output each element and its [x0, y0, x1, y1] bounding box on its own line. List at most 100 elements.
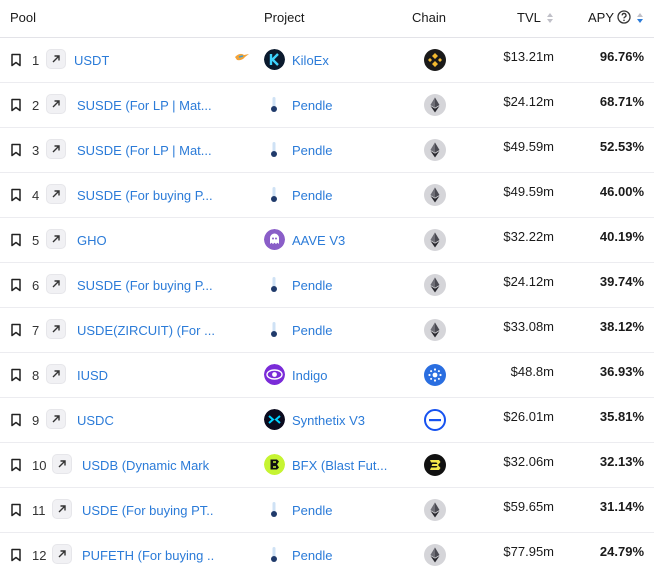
- apy-value: 35.81%: [599, 409, 644, 424]
- bsc-chain-icon: [424, 49, 446, 71]
- bookmark-icon[interactable]: [10, 278, 22, 292]
- pendle-logo-icon: [264, 319, 285, 340]
- sort-desc-icon[interactable]: [636, 12, 644, 24]
- project-link[interactable]: Pendle: [292, 98, 332, 113]
- tvl-value: $26.01m: [503, 409, 554, 424]
- table-row[interactable]: 2 SUSDE (For LP | Mat... Pendle $24.12m 68.7…: [0, 83, 654, 128]
- project-link[interactable]: Pendle: [292, 143, 332, 158]
- external-link-button[interactable]: [52, 454, 72, 474]
- table-row[interactable]: 4 SUSDE (For buying P... Pendle $49.59m 46.0…: [0, 173, 654, 218]
- rank-number: 2: [32, 98, 40, 113]
- base-chain-icon: [424, 409, 446, 431]
- external-link-button[interactable]: [52, 544, 72, 564]
- external-link-button[interactable]: [46, 319, 66, 339]
- table-row[interactable]: 10 USDB (Dynamic Mark BFX (Blast Fut... $32…: [0, 443, 654, 488]
- bookmark-icon[interactable]: [10, 458, 22, 472]
- bookmark-icon[interactable]: [10, 143, 22, 157]
- tvl-value: $59.65m: [503, 499, 554, 514]
- table-row[interactable]: 1 USDT KiloEx $13.21m 96.76%: [0, 38, 654, 83]
- external-link-button[interactable]: [46, 409, 66, 429]
- arrow-up-right-icon: [52, 55, 60, 63]
- pool-link[interactable]: SUSDE (For buying P...: [77, 278, 213, 293]
- pendle-logo-icon: [264, 94, 285, 115]
- tvl-value: $24.12m: [503, 94, 554, 109]
- rank-number: 3: [32, 143, 40, 158]
- pool-link[interactable]: USDE(ZIRCUIT) (For ...: [77, 323, 214, 338]
- apy-value: 52.53%: [599, 139, 644, 154]
- project-link[interactable]: Pendle: [292, 278, 332, 293]
- bookmark-icon[interactable]: [10, 368, 22, 382]
- project-link[interactable]: BFX (Blast Fut...: [292, 458, 387, 473]
- apy-value: 40.19%: [599, 229, 644, 244]
- synthetix-logo-icon: [264, 409, 285, 430]
- sort-icon[interactable]: [546, 12, 554, 24]
- ethereum-chain-icon: [424, 139, 446, 161]
- external-link-button[interactable]: [46, 364, 66, 384]
- pool-link[interactable]: USDT: [74, 53, 109, 68]
- column-header-project[interactable]: Project: [264, 10, 304, 25]
- column-header-chain[interactable]: Chain: [412, 10, 446, 25]
- project-link[interactable]: Pendle: [292, 188, 332, 203]
- bookmark-icon[interactable]: [10, 503, 22, 517]
- bookmark-icon[interactable]: [10, 323, 22, 337]
- bookmark-icon[interactable]: [10, 233, 22, 247]
- table-row[interactable]: 8 IUSD Indigo $48.8m 36.93%: [0, 353, 654, 398]
- tvl-value: $24.12m: [503, 274, 554, 289]
- pool-link[interactable]: SUSDE (For buying P...: [77, 188, 213, 203]
- tvl-value: $49.59m: [503, 139, 554, 154]
- external-link-button[interactable]: [46, 49, 66, 69]
- pool-link[interactable]: SUSDE (For LP | Mat...: [77, 143, 212, 158]
- arrow-up-right-icon: [52, 235, 60, 243]
- arrow-up-right-icon: [58, 460, 66, 468]
- kiloex-logo-icon: [264, 49, 285, 70]
- table-row[interactable]: 6 SUSDE (For buying P... Pendle $24.12m 39.7…: [0, 263, 654, 308]
- bookmark-icon[interactable]: [10, 53, 22, 67]
- column-header-tvl[interactable]: TVL: [517, 10, 541, 25]
- project-link[interactable]: Pendle: [292, 503, 332, 518]
- pool-link[interactable]: IUSD: [77, 368, 108, 383]
- external-link-button[interactable]: [46, 274, 66, 294]
- project-link[interactable]: KiloEx: [292, 53, 329, 68]
- table-row[interactable]: 12 PUFETH (For buying ... Pendle $77.95m 24.…: [0, 533, 654, 575]
- pool-link[interactable]: PUFETH (For buying ...: [82, 548, 214, 563]
- tvl-value: $32.06m: [503, 454, 554, 469]
- pool-link[interactable]: USDB (Dynamic Mark: [82, 458, 209, 473]
- pool-link[interactable]: USDE (For buying PT...: [82, 503, 214, 518]
- external-link-button[interactable]: [46, 94, 66, 114]
- pool-link[interactable]: USDC: [77, 413, 114, 428]
- rank-number: 4: [32, 188, 40, 203]
- table-row[interactable]: 7 USDE(ZIRCUIT) (For ... Pendle $33.08m 38.1…: [0, 308, 654, 353]
- bookmark-icon[interactable]: [10, 548, 22, 562]
- external-link-button[interactable]: [52, 499, 72, 519]
- table-row[interactable]: 9 USDC Synthetix V3 $26.01m 35.81%: [0, 398, 654, 443]
- pendle-logo-icon: [264, 139, 285, 160]
- apy-value: 46.00%: [599, 184, 644, 199]
- help-icon[interactable]: [617, 10, 631, 24]
- bookmark-icon[interactable]: [10, 98, 22, 112]
- table-row[interactable]: 5 GHO AAVE V3 $32.22m 40.19%: [0, 218, 654, 263]
- project-link[interactable]: AAVE V3: [292, 233, 345, 248]
- external-link-button[interactable]: [46, 139, 66, 159]
- rank-number: 8: [32, 368, 40, 383]
- column-header-pool[interactable]: Pool: [10, 10, 36, 25]
- external-link-button[interactable]: [46, 229, 66, 249]
- column-header-apy[interactable]: APY: [588, 10, 614, 25]
- ethereum-chain-icon: [424, 229, 446, 251]
- pool-link[interactable]: GHO: [77, 233, 107, 248]
- table-row[interactable]: 11 USDE (For buying PT... Pendle $59.65m 31.…: [0, 488, 654, 533]
- arrow-up-right-icon: [52, 100, 60, 108]
- project-link[interactable]: Synthetix V3: [292, 413, 365, 428]
- bookmark-icon[interactable]: [10, 413, 22, 427]
- tvl-value: $49.59m: [503, 184, 554, 199]
- ethereum-chain-icon: [424, 94, 446, 116]
- table-row[interactable]: 3 SUSDE (For LP | Mat... Pendle $49.59m 52.5…: [0, 128, 654, 173]
- project-link[interactable]: Indigo: [292, 368, 327, 383]
- apy-value: 32.13%: [599, 454, 644, 469]
- project-link[interactable]: Pendle: [292, 323, 332, 338]
- project-link[interactable]: Pendle: [292, 548, 332, 563]
- bookmark-icon[interactable]: [10, 188, 22, 202]
- pool-link[interactable]: SUSDE (For LP | Mat...: [77, 98, 212, 113]
- external-link-button[interactable]: [46, 184, 66, 204]
- table-header: Pool Project Chain TVL APY: [0, 0, 654, 38]
- apy-value: 68.71%: [599, 94, 644, 109]
